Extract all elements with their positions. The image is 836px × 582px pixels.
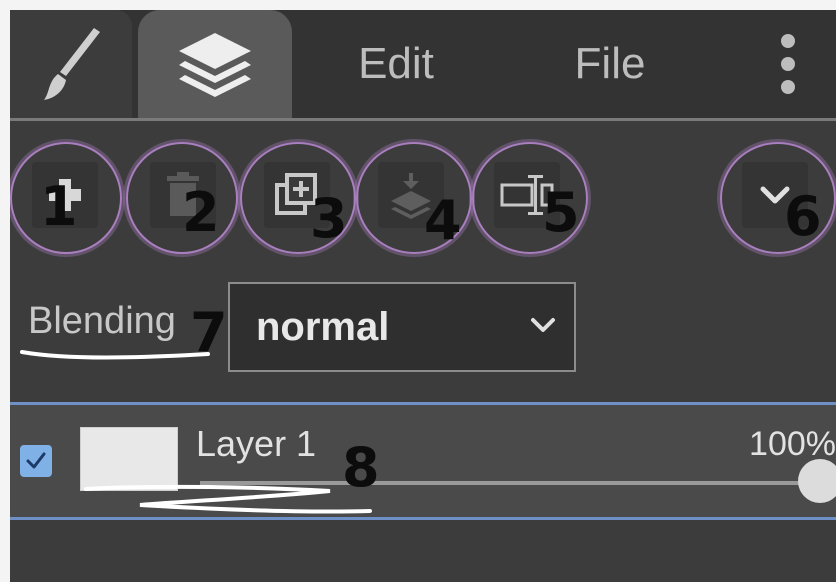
merge-down-icon [391, 173, 431, 219]
tab-bar: Edit File [10, 10, 836, 118]
layers-panel: Edit File 1 2 3 4 5 6 Blending 7 normal … [10, 10, 836, 582]
chevron-down-icon [531, 318, 555, 332]
delete-layer-button[interactable] [150, 162, 216, 228]
kebab-menu-icon [781, 34, 795, 94]
opacity-slider-fill [200, 481, 820, 485]
layers-icon [179, 33, 251, 97]
opacity-slider-track[interactable] [200, 481, 820, 485]
add-layer-icon [49, 179, 81, 211]
blending-mode-value: normal [256, 304, 390, 349]
duplicate-layer-button[interactable] [264, 162, 330, 228]
tab-divider [10, 118, 836, 121]
tab-edit-label: Edit [358, 39, 434, 88]
blending-mode-select[interactable]: normal [228, 282, 576, 372]
blending-label: Blending [28, 300, 176, 342]
layer-name[interactable]: Layer 1 [196, 423, 316, 465]
layer-opacity-value: 100% [749, 425, 836, 463]
annotation-number: 7 [190, 301, 228, 364]
tab-layers[interactable] [138, 10, 292, 118]
add-layer-button[interactable] [32, 162, 98, 228]
paintbrush-icon [44, 28, 100, 100]
layer-thumbnail[interactable] [80, 427, 178, 491]
opacity-slider-thumb[interactable] [798, 459, 836, 503]
trash-icon [167, 172, 199, 216]
rename-layer-icon [500, 175, 554, 215]
expand-options-button[interactable] [742, 162, 808, 228]
tab-file[interactable]: File [550, 10, 670, 118]
handwritten-underline [20, 350, 210, 360]
tab-brush[interactable] [10, 10, 132, 118]
tab-file-label: File [574, 39, 646, 88]
rename-layer-button[interactable] [494, 162, 560, 228]
chevron-down-icon [760, 186, 790, 204]
layer-row[interactable]: Layer 1 100% 8 [10, 402, 836, 520]
layer-visibility-checkbox[interactable] [20, 445, 52, 477]
more-menu-button[interactable] [758, 10, 818, 118]
duplicate-layer-icon [275, 173, 317, 215]
annotation-number: 8 [342, 436, 380, 499]
merge-down-button[interactable] [378, 162, 444, 228]
tab-edit[interactable]: Edit [326, 10, 466, 118]
checkmark-icon [26, 452, 46, 469]
